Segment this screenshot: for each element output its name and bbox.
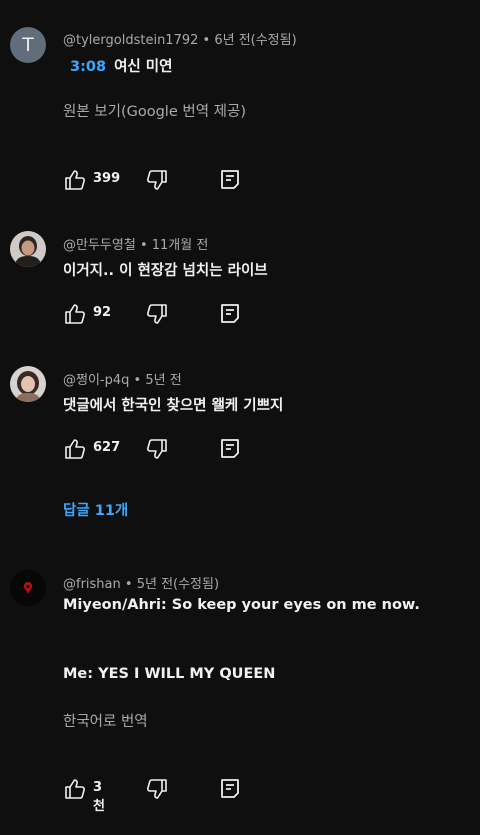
comment-meta: @frishan • 5년 전(수정됨) — [63, 577, 220, 592]
avatar[interactable] — [10, 366, 46, 402]
thumbs-up-icon — [65, 439, 85, 459]
comment-text: 3:08 여신 미연 — [70, 59, 173, 75]
see-original-link[interactable]: 원본 보기(Google 번역 제공) — [63, 100, 246, 121]
avatar[interactable]: T — [10, 27, 46, 63]
thumbs-down-icon — [147, 779, 167, 799]
avatar[interactable] — [10, 231, 46, 267]
reply-icon — [221, 304, 239, 323]
author-handle[interactable]: @쩡이-p4q — [63, 373, 129, 388]
like-count: 627 — [93, 440, 121, 455]
thumbs-down-icon — [147, 304, 167, 324]
author-handle[interactable]: @frishan — [63, 577, 121, 592]
avatar-photo — [10, 570, 46, 606]
reply-button[interactable] — [218, 302, 242, 330]
dislike-button[interactable] — [145, 302, 169, 330]
comment-text: 이거지.. 이 현장감 넘치는 라이브 — [63, 263, 268, 279]
thumbs-down-icon — [147, 439, 167, 459]
thumbs-up-icon — [65, 304, 85, 324]
dislike-button[interactable] — [145, 437, 169, 465]
avatar[interactable] — [10, 570, 46, 606]
comment-age: 5년 전(수정됨) — [136, 577, 220, 592]
avatar-photo — [10, 366, 46, 402]
comment-meta: @쩡이-p4q • 5년 전 — [63, 373, 182, 388]
reply-button[interactable] — [218, 777, 242, 805]
like-button[interactable]: 3천 — [63, 777, 105, 814]
like-button[interactable]: 92 — [63, 302, 111, 330]
comment-meta: @tylergoldstein1792 • 6년 전(수정됨) — [63, 33, 297, 48]
comment-text-line-2: Me: YES I WILL MY QUEEN — [63, 666, 276, 682]
reply-button[interactable] — [218, 437, 242, 465]
comment-age: 5년 전 — [145, 373, 182, 388]
dislike-button[interactable] — [145, 777, 169, 805]
thumbs-up-icon — [65, 170, 85, 190]
translate-link[interactable]: 한국어로 번역 — [63, 710, 148, 731]
reply-icon — [221, 779, 239, 798]
reply-icon — [221, 439, 239, 458]
dislike-button[interactable] — [145, 168, 169, 196]
like-count: 92 — [93, 305, 112, 320]
comment-meta: @만두두영철 • 11개월 전 — [63, 238, 209, 253]
thumbs-down-icon — [147, 170, 167, 190]
comment-text: Miyeon/Ahri: So keep your eyes on me now… — [63, 597, 420, 613]
avatar-photo — [10, 231, 46, 267]
like-button[interactable]: 627 — [63, 437, 120, 465]
view-replies-button[interactable]: 답글 11개 — [63, 499, 128, 520]
comment-age: 6년 전(수정됨) — [214, 33, 297, 48]
like-button[interactable]: 399 — [63, 168, 120, 196]
comment-text: 댓글에서 한국인 찾으면 왤케 기쁘지 — [63, 398, 284, 414]
reply-button[interactable] — [218, 168, 242, 196]
like-count: 399 — [93, 171, 121, 186]
author-handle[interactable]: @만두두영철 — [63, 238, 136, 253]
comment-age: 11개월 전 — [151, 238, 209, 253]
like-count: 3천 — [93, 780, 105, 814]
timestamp-link[interactable]: 3:08 — [70, 59, 106, 75]
thumbs-up-icon — [65, 779, 85, 799]
reply-icon — [221, 170, 239, 189]
author-handle[interactable]: @tylergoldstein1792 — [63, 33, 198, 48]
